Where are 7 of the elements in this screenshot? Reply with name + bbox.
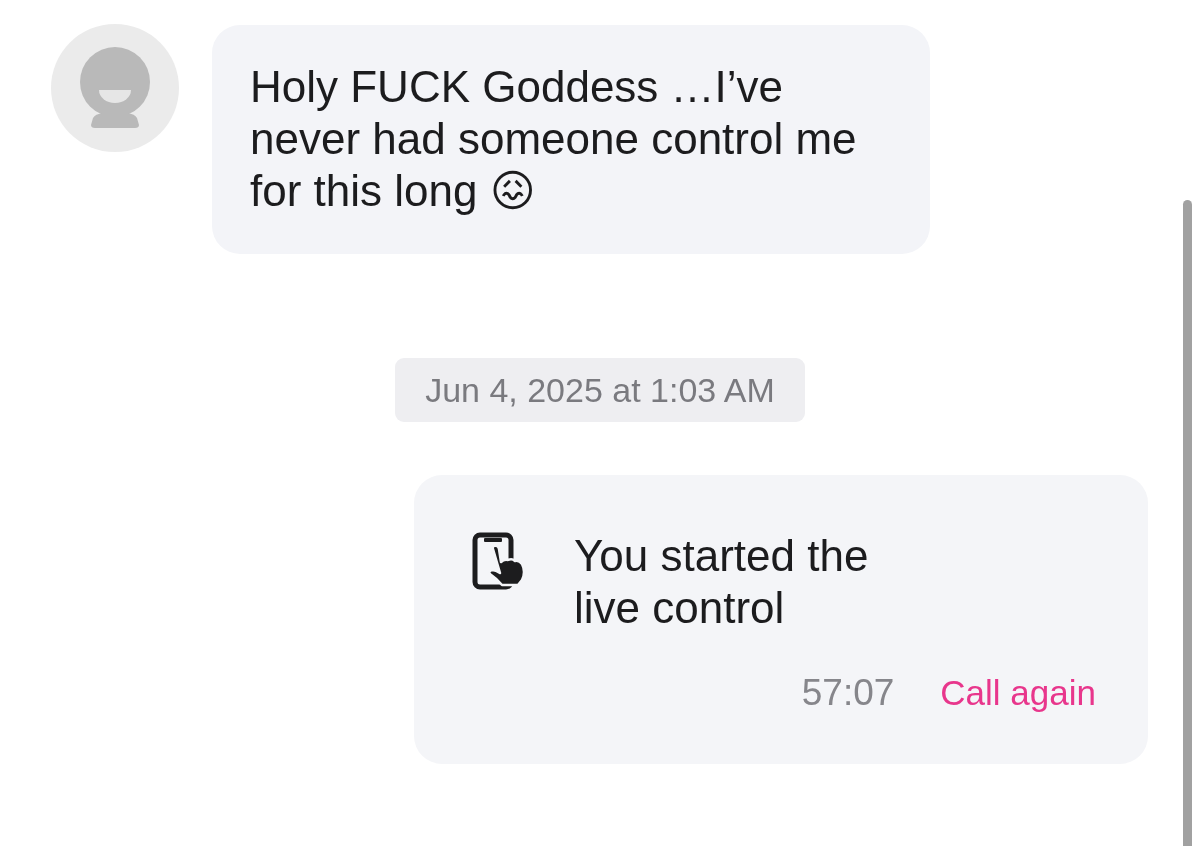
message-text: Holy FUCK Goddess …I’ve never had someone control me for this long 😖 — [250, 61, 858, 217]
timestamp-label: Jun 4, 2025 at 1:03 AM — [395, 358, 805, 422]
scrollbar-thumb[interactable] — [1183, 200, 1192, 846]
call-again-link[interactable]: Call again — [940, 667, 1096, 719]
avatar-icon — [51, 24, 179, 152]
call-status-text: You started the live control — [574, 530, 870, 634]
call-duration: 57:07 — [801, 671, 895, 715]
